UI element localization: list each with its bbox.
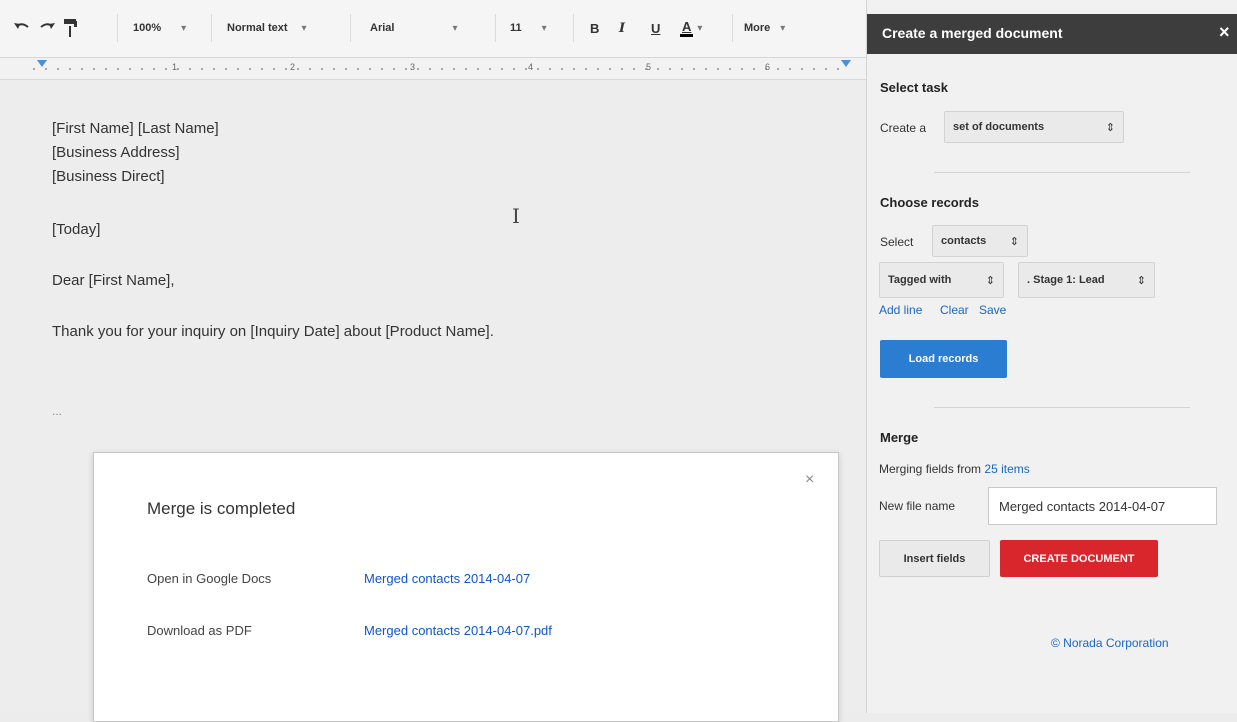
add-line-link[interactable]: Add line xyxy=(879,303,922,317)
save-link[interactable]: Save xyxy=(979,303,1006,317)
chevron-down-icon: ▾ xyxy=(541,22,547,34)
select-label: Select xyxy=(880,235,914,249)
editor-area: 100% ▾ Normal text ▾ Arial ▾ 11 ▾ B I U xyxy=(0,0,866,722)
chevron-down-icon: ▾ xyxy=(181,22,187,34)
document-line: ... xyxy=(52,404,63,418)
dialog-title: Merge is completed xyxy=(147,499,296,518)
clear-link[interactable]: Clear xyxy=(940,303,969,317)
text-color-button[interactable]: A ▾ xyxy=(680,10,702,46)
select-task-heading: Select task xyxy=(880,80,948,95)
open-in-docs-label: Open in Google Docs xyxy=(147,571,272,586)
spinner-arrows-icon: ⇕ xyxy=(1009,235,1019,248)
filter-field-select[interactable]: Tagged with ⇕ xyxy=(879,262,1004,298)
toolbar: 100% ▾ Normal text ▾ Arial ▾ 11 ▾ B I U xyxy=(0,0,866,58)
more-button[interactable]: More ▾ xyxy=(744,10,785,46)
toolbar-divider xyxy=(350,14,351,42)
create-document-button[interactable]: CREATE DOCUMENT xyxy=(1000,540,1158,577)
section-divider xyxy=(934,172,1190,173)
document-line: [Business Address] xyxy=(52,144,180,161)
document-line: [Business Direct] xyxy=(52,168,165,185)
undo-button[interactable] xyxy=(13,10,31,46)
close-icon[interactable]: × xyxy=(1219,22,1230,43)
paint-format-icon xyxy=(64,19,77,37)
paint-format-button[interactable] xyxy=(62,10,78,46)
italic-button[interactable]: I xyxy=(619,10,625,46)
zoom-value: 100% xyxy=(133,22,162,34)
ruler-number: 5 xyxy=(646,62,652,72)
style-select[interactable]: Normal text ▾ xyxy=(227,10,307,46)
redo-button[interactable] xyxy=(38,10,56,46)
ruler-number: 2 xyxy=(290,62,296,72)
left-indent-marker[interactable] xyxy=(37,60,47,67)
font-size-value: 11 xyxy=(510,22,522,34)
chevron-down-icon: ▾ xyxy=(697,22,703,34)
style-value: Normal text xyxy=(227,22,288,34)
merge-heading: Merge xyxy=(880,430,919,445)
sidebar-header: Create a merged document × xyxy=(867,14,1237,54)
section-divider xyxy=(934,407,1190,408)
download-pdf-link[interactable]: Merged contacts 2014-04-07.pdf xyxy=(364,623,552,638)
font-value: Arial xyxy=(370,22,395,34)
spinner-arrows-icon: ⇕ xyxy=(1136,274,1146,287)
download-pdf-label: Download as PDF xyxy=(147,623,252,638)
zoom-select[interactable]: 100% ▾ xyxy=(133,10,186,46)
task-select[interactable]: set of documents ⇕ xyxy=(944,111,1124,143)
close-icon[interactable]: × xyxy=(805,471,814,489)
filter-field-value: Tagged with xyxy=(888,274,952,286)
document-line: [Today] xyxy=(52,221,101,238)
chevron-down-icon: ▾ xyxy=(452,22,458,34)
toolbar-divider xyxy=(117,14,118,42)
merging-fields-text: Merging fields from 25 items xyxy=(879,462,1030,476)
merge-complete-dialog: Merge is completed × Open in Google Docs… xyxy=(93,452,839,722)
merge-sidebar: Create a merged document × Select task C… xyxy=(866,0,1237,713)
undo-icon xyxy=(14,23,29,29)
ruler-number: 3 xyxy=(410,62,416,72)
ruler-number: 6 xyxy=(765,62,771,72)
new-file-name-label: New file name xyxy=(879,499,956,513)
spinner-arrows-icon: ⇕ xyxy=(985,274,995,287)
underline-button[interactable]: U xyxy=(651,10,660,46)
items-count-link[interactable]: 25 items xyxy=(984,462,1029,476)
text-color-label: A xyxy=(680,19,694,37)
merging-fields-label: Merging fields from xyxy=(879,462,982,476)
ruler: 1 2 3 4 5 6 xyxy=(0,58,866,80)
text-cursor-icon: I xyxy=(512,204,520,228)
create-a-label: Create a xyxy=(880,121,927,135)
font-select[interactable]: Arial ▾ xyxy=(370,10,458,46)
record-type-select[interactable]: contacts ⇕ xyxy=(932,225,1028,257)
chevron-down-icon: ▾ xyxy=(780,22,786,34)
toolbar-divider xyxy=(495,14,496,42)
document-line: Dear [First Name], xyxy=(52,272,175,289)
redo-icon xyxy=(40,23,55,29)
right-indent-marker[interactable] xyxy=(841,60,851,67)
copyright-link[interactable]: © Norada Corporation xyxy=(1051,636,1169,650)
record-type-value: contacts xyxy=(941,235,987,247)
sidebar-title: Create a merged document xyxy=(882,25,1063,41)
load-records-button[interactable]: Load records xyxy=(880,340,1007,378)
toolbar-divider xyxy=(732,14,733,42)
font-size-select[interactable]: 11 ▾ xyxy=(510,10,547,46)
filter-value-select[interactable]: . Stage 1: Lead ⇕ xyxy=(1018,262,1155,298)
document-line: [First Name] [Last Name] xyxy=(52,120,219,137)
more-label: More xyxy=(744,22,771,34)
toolbar-divider xyxy=(211,14,212,42)
chevron-down-icon: ▾ xyxy=(301,22,307,34)
ruler-number: 4 xyxy=(528,62,534,72)
document-line: Thank you for your inquiry on [Inquiry D… xyxy=(52,323,494,340)
task-select-value: set of documents xyxy=(953,121,1045,133)
ruler-ticks xyxy=(28,68,846,70)
toolbar-divider xyxy=(573,14,574,42)
file-name-input[interactable] xyxy=(988,487,1217,525)
bold-button[interactable]: B xyxy=(590,10,599,46)
spinner-arrows-icon: ⇕ xyxy=(1105,121,1115,134)
choose-records-heading: Choose records xyxy=(880,195,979,210)
insert-fields-button[interactable]: Insert fields xyxy=(879,540,990,577)
ruler-number: 1 xyxy=(172,62,178,72)
filter-value-value: . Stage 1: Lead xyxy=(1027,274,1105,286)
open-in-docs-link[interactable]: Merged contacts 2014-04-07 xyxy=(364,571,530,586)
